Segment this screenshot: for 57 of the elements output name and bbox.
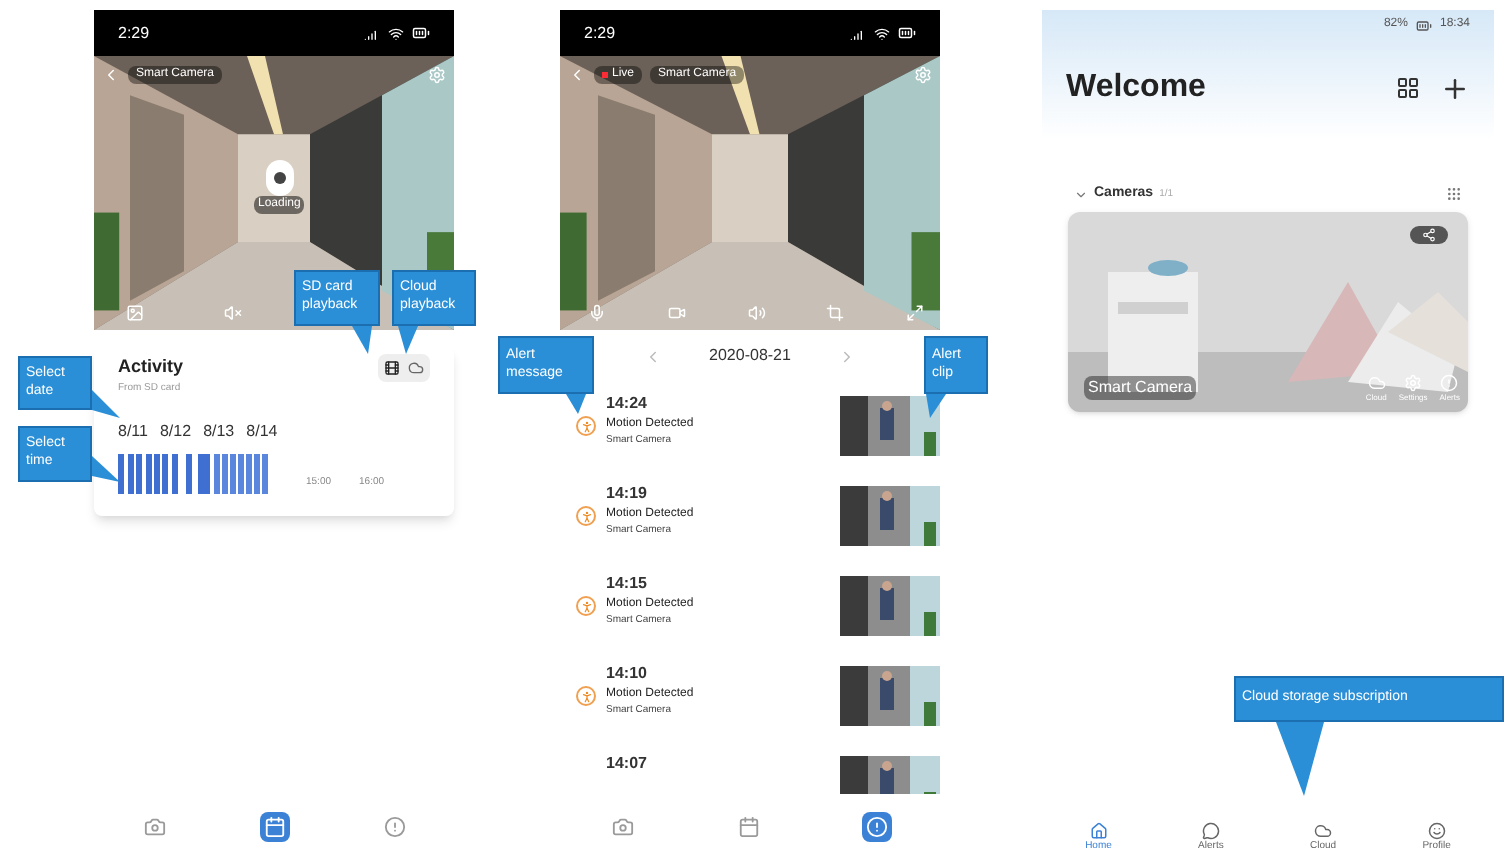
alert-time: 14:15	[606, 572, 649, 596]
snapshot-icon[interactable]	[126, 304, 144, 322]
cloud-icon	[1367, 373, 1386, 391]
callout-pointer	[566, 394, 586, 414]
share-icon	[1422, 227, 1436, 241]
settings-icon[interactable]	[428, 66, 446, 84]
callout-pointer	[352, 326, 372, 354]
date-label: 2020-08-21	[709, 344, 791, 368]
cloud-button[interactable]	[406, 358, 426, 378]
back-icon[interactable]	[568, 66, 586, 84]
grid-icon[interactable]	[1446, 186, 1462, 203]
settings-icon	[1404, 373, 1423, 391]
alert-time: 14:19	[606, 482, 649, 506]
add-icon[interactable]	[1440, 73, 1470, 103]
date-tab[interactable]: 8/11	[118, 420, 148, 444]
profile-icon	[1427, 821, 1446, 839]
alert-time: 14:07	[606, 752, 649, 776]
battery-icon	[898, 24, 916, 42]
collapse-icon[interactable]	[1074, 187, 1088, 202]
status-time: 2:29	[584, 21, 616, 45]
wifi-icon	[874, 25, 890, 41]
page-title: Welcome	[1066, 68, 1206, 108]
callout-pointer	[926, 394, 946, 418]
motion-icon	[576, 596, 596, 616]
cloud-icon	[1314, 821, 1332, 839]
alert-time: 14:24	[606, 392, 649, 416]
layout-icon[interactable]	[1396, 76, 1420, 100]
alerts-icon	[1201, 821, 1220, 839]
status-time: 2:29	[118, 21, 150, 45]
fullscreen-icon[interactable]	[906, 304, 924, 322]
alerts-icon	[1440, 373, 1459, 391]
settings-icon[interactable]	[914, 66, 932, 84]
wifi-icon	[388, 25, 404, 41]
motion-icon	[576, 416, 596, 436]
tab-button[interactable]	[379, 811, 409, 841]
signal-icon	[850, 25, 866, 41]
battery-icon	[1415, 17, 1432, 33]
mic-icon[interactable]	[588, 304, 606, 322]
date-tab[interactable]: 8/13	[203, 420, 235, 444]
camera-name: Smart Camera	[1084, 375, 1197, 399]
activity-title: Activity	[118, 354, 184, 380]
motion-icon	[576, 686, 596, 706]
date-tab[interactable]: 8/14	[246, 420, 278, 444]
battery-icon	[412, 24, 430, 42]
callout-pointer	[92, 456, 120, 482]
motion-icon	[576, 506, 596, 526]
alert-time: 14:10	[606, 662, 649, 686]
sd-card-button[interactable]	[382, 358, 402, 378]
tab-button[interactable]	[861, 811, 892, 841]
signal-icon	[364, 25, 380, 41]
tab-button[interactable]	[259, 811, 289, 841]
home-icon	[1089, 821, 1108, 839]
date-tab[interactable]: 8/12	[159, 420, 192, 444]
callout-pointer	[1276, 722, 1324, 796]
back-icon[interactable]	[102, 66, 120, 84]
callout-pointer	[398, 326, 418, 354]
callout-pointer	[92, 390, 120, 418]
